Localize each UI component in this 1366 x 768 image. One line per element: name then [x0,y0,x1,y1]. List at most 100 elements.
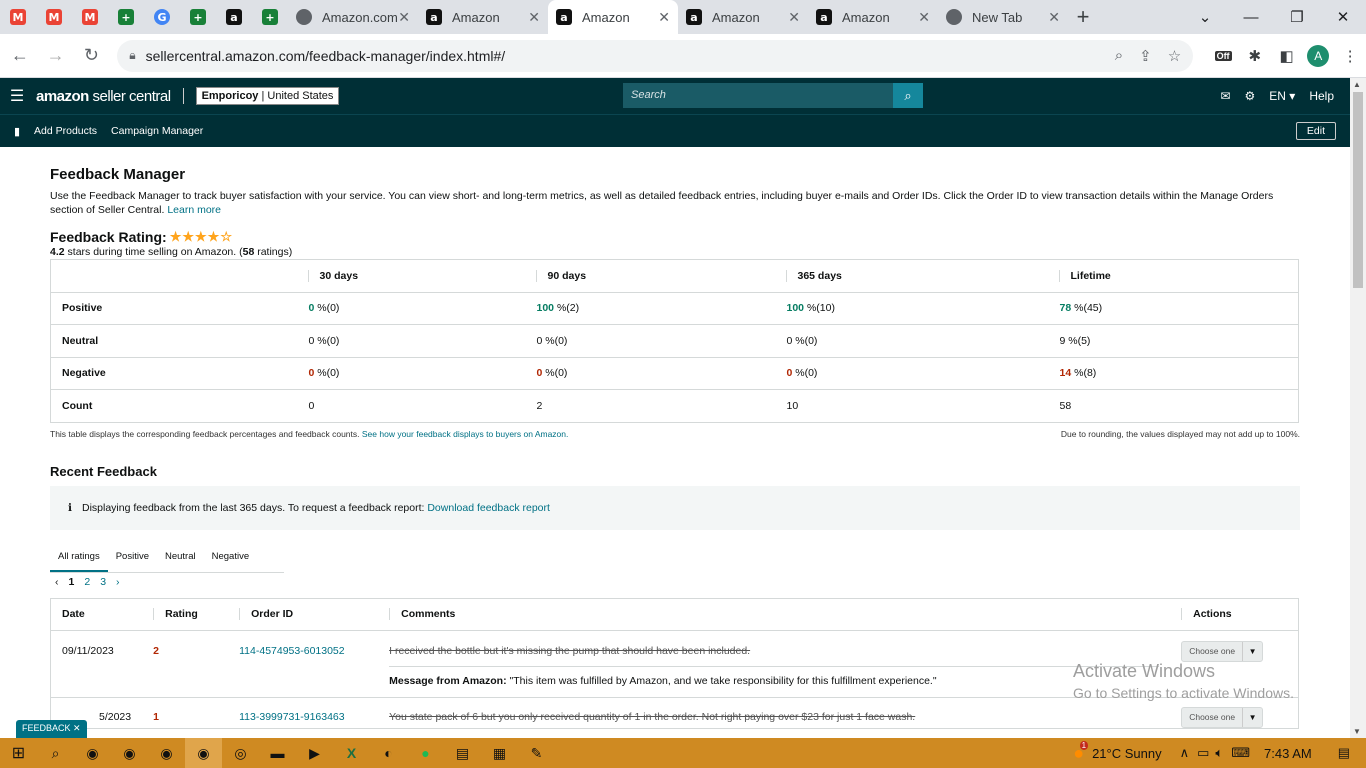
edge-icon[interactable]: ◎ [222,738,259,768]
close-tab-icon[interactable]: ✕ [1048,9,1060,26]
pinned-tab-amazon[interactable]: a [216,0,252,34]
edit-nav-button[interactable]: Edit [1295,122,1336,140]
search-button[interactable]: ⌕ [893,83,923,108]
scrollbar-thumb[interactable] [1353,92,1363,288]
action-select[interactable]: Choose one ▼ [1181,706,1264,728]
order-id-link[interactable]: 114-4574953-6013052 [228,629,379,697]
seller-central-logo[interactable]: amazon seller central [36,88,171,105]
notification-icon[interactable]: ▤ [1338,745,1350,761]
chrome-icon[interactable]: ◉ [111,738,148,768]
nav-add-products[interactable]: Add Products [34,125,97,137]
minimize-button[interactable]: — [1228,0,1274,34]
browser-menu-icon[interactable]: ⋮ [1334,40,1366,72]
mail-icon[interactable]: ✉ [1220,89,1230,103]
extension-off-icon[interactable]: Off [1207,40,1239,72]
scroll-up-arrow-icon[interactable]: ▲ [1353,80,1361,89]
media-player-icon[interactable]: ▶ [296,738,333,768]
new-tab-button[interactable]: + [1068,4,1098,30]
edge-browser-icon[interactable]: ◐ [370,738,407,768]
language-selector[interactable]: EN ▾ [1269,89,1295,103]
learn-more-link[interactable]: Learn more [167,204,221,216]
network-icon[interactable]: ▭ [1197,745,1209,761]
metrics-row-negative: Negative 0 %(0) 0 %(0) 0 %(0) 14 %(8) [50,356,1299,390]
tab-neutral[interactable]: Neutral [157,542,204,572]
share-icon[interactable]: ⇪ [1139,47,1152,65]
chevron-up-icon[interactable]: ∧ [1180,745,1190,761]
hamburger-menu-icon[interactable]: ☰ [0,86,34,106]
tab-new-tab[interactable]: New Tab ✕ [938,0,1068,34]
extensions-puzzle-icon[interactable]: ✱ [1239,40,1271,72]
prev-page-icon[interactable]: ‹ [55,576,59,588]
calculator-icon[interactable]: ▦ [481,738,518,768]
tab-amazon[interactable]: a Amazon ✕ [678,0,808,34]
restore-button[interactable]: ❐ [1274,0,1320,34]
close-tab-icon[interactable]: ✕ [658,9,670,26]
chrome-icon[interactable]: ◉ [148,738,185,768]
file-explorer-icon[interactable]: ▬ [259,738,296,768]
action-select[interactable]: Choose one ▼ [1181,640,1264,662]
next-page-icon[interactable]: › [116,576,120,588]
page-3[interactable]: 3 [100,576,106,588]
help-link[interactable]: Help [1309,89,1334,103]
forward-button[interactable]: → [40,40,72,72]
pinned-tab-sheets[interactable]: + [108,0,144,34]
see-feedback-display-link[interactable]: See how your feedback displays to buyers… [362,429,568,439]
tab-amazon[interactable]: a Amazon ✕ [418,0,548,34]
tab-positive[interactable]: Positive [108,542,157,572]
pinned-tab-sheets[interactable]: + [252,0,288,34]
clock[interactable]: 7:43 AM [1264,746,1312,761]
keyboard-icon[interactable]: ⌨ [1231,745,1250,761]
tab-amazon-active[interactable]: a Amazon ✕ [548,0,678,34]
weather-icon[interactable]: ● 1 [1073,740,1089,764]
lock-icon[interactable]: 🔒︎ [129,48,135,63]
chrome-icon[interactable]: ◉ [185,738,222,768]
tab-negative[interactable]: Negative [204,542,258,572]
nav-campaign-manager[interactable]: Campaign Manager [111,125,203,137]
close-tab-icon[interactable]: ✕ [528,9,540,26]
zoom-icon[interactable]: ⌕ [1115,47,1123,64]
pinned-tab-sheets[interactable]: + [180,0,216,34]
volume-icon[interactable]: 🔈︎ [1215,745,1223,761]
tab-amazon[interactable]: a Amazon ✕ [808,0,938,34]
spotify-icon[interactable]: ● [407,738,444,768]
chrome-icon[interactable]: ◉ [74,738,111,768]
close-tab-icon[interactable]: ✕ [918,9,930,26]
pinned-tab-gmail[interactable]: M [72,0,108,34]
feedback-widget-button[interactable]: FEEDBACK ✕ [16,720,87,738]
gmail-icon: M [10,9,26,25]
page-1[interactable]: 1 [69,576,75,588]
rating-sub-end: ratings) [254,246,293,258]
search-input[interactable]: Search [623,83,893,108]
page-scrollbar[interactable]: ▲ ▼ [1350,78,1366,738]
page-2[interactable]: 2 [84,576,90,588]
store-selector[interactable]: Emporicoy | United States [195,87,340,105]
bookmark-icon[interactable]: ▮ [0,125,34,138]
windows-start-icon[interactable]: ⊞ [0,738,37,768]
profile-avatar[interactable]: A [1302,40,1334,72]
reload-button[interactable]: ↻ [76,40,108,72]
tab-amazon-com[interactable]: Amazon.com ✕ [288,0,418,34]
weather-text[interactable]: 21°C Sunny [1092,746,1162,761]
order-id-link[interactable]: 113-3999731-9163463 [228,696,379,728]
files-icon[interactable]: ▤ [444,738,481,768]
side-panel-icon[interactable]: ◧ [1271,40,1303,72]
address-bar[interactable]: 🔒︎ sellercentral.amazon.com/feedback-man… [117,39,1194,72]
feedback-rating: 2 [142,629,229,697]
close-tab-icon[interactable]: ✕ [788,9,800,26]
scroll-down-arrow-icon[interactable]: ▼ [1353,727,1361,736]
paint-icon[interactable]: ✎ [518,738,555,768]
close-window-button[interactable]: ✕ [1320,0,1366,34]
download-report-link[interactable]: Download feedback report [427,502,550,514]
excel-icon[interactable]: X [333,738,370,768]
close-tab-icon[interactable]: ✕ [398,9,410,26]
search-icon[interactable]: ⌕ [37,738,74,768]
tab-all-ratings[interactable]: All ratings [50,542,108,572]
pinned-tab-gmail[interactable]: M [36,0,72,34]
pinned-tab-gmail[interactable]: M [0,0,36,34]
gear-icon[interactable]: ⚙ [1245,89,1256,103]
pinned-tab-google[interactable]: G [144,0,180,34]
bookmark-star-icon[interactable]: ☆ [1168,47,1181,65]
header-divider [182,88,184,104]
tab-search-icon[interactable]: ⌄ [1182,0,1228,34]
back-button[interactable]: ← [4,40,36,72]
